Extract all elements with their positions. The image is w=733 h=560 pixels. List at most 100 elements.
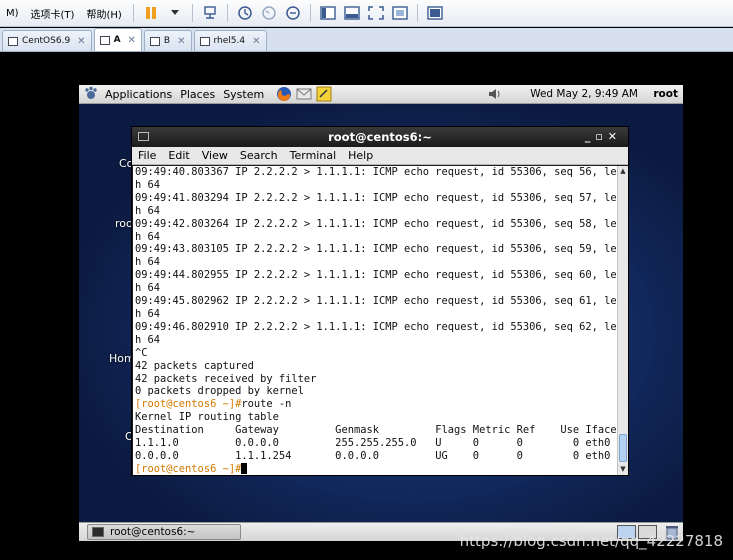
terminal-line-text: h 64 bbox=[135, 282, 161, 295]
menu-places[interactable]: Places bbox=[176, 88, 219, 101]
manage-snapshots-icon[interactable] bbox=[283, 3, 303, 23]
tab-a[interactable]: A ✕ bbox=[93, 28, 142, 51]
minimize-icon[interactable]: _ bbox=[585, 130, 596, 143]
terminal-line: 09:49:40.803367 IP 2.2.2.2 > 1.1.1.1: IC… bbox=[135, 166, 619, 179]
terminal-line: h 64 bbox=[135, 179, 619, 192]
tab-b[interactable]: B ✕ bbox=[143, 30, 192, 51]
terminal-line: h 64 bbox=[135, 231, 619, 244]
terminal-line-text: h 64 bbox=[135, 256, 161, 269]
terminal-line-text: h 64 bbox=[135, 178, 161, 191]
terminal-line: 09:49:45.802962 IP 2.2.2.2 > 1.1.1.1: IC… bbox=[135, 295, 619, 308]
revert-snapshot-icon[interactable] bbox=[259, 3, 279, 23]
normal-view-icon[interactable] bbox=[318, 3, 338, 23]
fullscreen-icon[interactable] bbox=[366, 3, 386, 23]
terminal-scrollbar[interactable]: ▲ ▼ bbox=[617, 166, 628, 475]
menu-view[interactable]: View bbox=[196, 149, 234, 162]
watermark-text: https://blog.csdn.net/qq_42227818 bbox=[459, 532, 723, 550]
window-controls: _▫✕ bbox=[585, 127, 622, 147]
unity-icon[interactable] bbox=[390, 3, 410, 23]
panel-user[interactable]: root bbox=[653, 88, 678, 100]
shell-prompt: [root@centos6 ~]# bbox=[135, 462, 242, 475]
tab-label: B bbox=[163, 36, 171, 46]
terminal-line-text: 0 packets dropped by kernel bbox=[135, 385, 304, 398]
terminal-line: h 64 bbox=[135, 282, 619, 295]
menu-edit[interactable]: Edit bbox=[162, 149, 195, 162]
terminal-line: 09:49:44.802955 IP 2.2.2.2 > 1.1.1.1: IC… bbox=[135, 269, 619, 282]
dropdown-icon[interactable] bbox=[165, 3, 185, 23]
terminal-line: 0 packets dropped by kernel bbox=[135, 385, 619, 398]
taskbar-label: root@centos6:~ bbox=[110, 526, 196, 538]
terminal-line-text: h 64 bbox=[135, 230, 161, 243]
terminal-line: h 64 bbox=[135, 308, 619, 321]
taskbar-terminal-button[interactable]: root@centos6:~ bbox=[87, 524, 241, 540]
menu-search[interactable]: Search bbox=[234, 149, 284, 162]
toolbar-separator bbox=[132, 4, 134, 22]
gnome-foot-icon[interactable] bbox=[83, 86, 99, 102]
terminal-titlebar[interactable]: root@centos6:~ _▫✕ bbox=[132, 127, 628, 147]
terminal-line: h 64 bbox=[135, 256, 619, 269]
terminal-line: ^C bbox=[135, 347, 619, 360]
terminal-line: h 64 bbox=[135, 205, 619, 218]
terminal-line-text: Destination Gateway Genmask Flags Metric… bbox=[135, 424, 617, 437]
firefox-icon[interactable] bbox=[276, 86, 292, 102]
terminal-line-text: 09:49:42.803264 IP 2.2.2.2 > 1.1.1.1: IC… bbox=[135, 217, 619, 230]
shell-prompt: [root@centos6 ~]# bbox=[135, 398, 242, 411]
close-icon[interactable]: ✕ bbox=[608, 130, 622, 143]
terminal-line-text: ^C bbox=[135, 346, 148, 359]
notes-icon[interactable] bbox=[316, 86, 332, 102]
close-icon[interactable]: ✕ bbox=[177, 36, 185, 47]
scroll-up-icon[interactable]: ▲ bbox=[618, 166, 628, 177]
tab-label: A bbox=[113, 35, 121, 45]
vm-icon bbox=[199, 36, 210, 46]
terminal-line-text: 0.0.0.0 1.1.1.254 0.0.0.0 UG 0 0 0 eth0 bbox=[135, 449, 611, 462]
terminal-line: 09:49:42.803264 IP 2.2.2.2 > 1.1.1.1: IC… bbox=[135, 218, 619, 231]
snapshot-icon[interactable] bbox=[235, 3, 255, 23]
host-menu-help[interactable]: 帮助(H) bbox=[80, 6, 127, 21]
terminal-line: 1.1.1.0 0.0.0.0 255.255.255.0 U 0 0 0 et… bbox=[135, 437, 619, 450]
terminal-line: 42 packets captured bbox=[135, 360, 619, 373]
terminal-icon bbox=[92, 527, 104, 537]
quick-switch-icon[interactable] bbox=[342, 3, 362, 23]
network-icon[interactable] bbox=[200, 3, 220, 23]
terminal-line-text: 09:49:45.802962 IP 2.2.2.2 > 1.1.1.1: IC… bbox=[135, 295, 619, 308]
menu-terminal[interactable]: Terminal bbox=[284, 149, 343, 162]
menu-applications[interactable]: Applications bbox=[101, 88, 176, 101]
tab-rhel54[interactable]: rhel5.4 ✕ bbox=[193, 30, 267, 51]
terminal-line: h 64 bbox=[135, 334, 619, 347]
terminal-line-text: 42 packets received by filter bbox=[135, 372, 317, 385]
terminal-line: 09:49:41.803294 IP 2.2.2.2 > 1.1.1.1: IC… bbox=[135, 192, 619, 205]
tab-centos69[interactable]: CentOS6.9 ✕ bbox=[2, 30, 92, 51]
guest-desktop[interactable]: Applications Places System Wed May 2, 9:… bbox=[79, 85, 683, 541]
pause-icon[interactable] bbox=[141, 3, 161, 23]
scrollbar-thumb[interactable] bbox=[619, 434, 627, 462]
terminal-line: Destination Gateway Genmask Flags Metric… bbox=[135, 424, 619, 437]
terminal-window-icon bbox=[138, 132, 149, 141]
volume-icon[interactable] bbox=[487, 87, 501, 101]
close-icon[interactable]: ✕ bbox=[77, 36, 85, 47]
vm-icon bbox=[8, 36, 18, 46]
close-icon[interactable]: ✕ bbox=[252, 36, 260, 47]
terminal-line: [root@centos6 ~]#route -n bbox=[135, 398, 619, 411]
host-menu-tabs[interactable]: 选项卡(T) bbox=[25, 6, 81, 21]
toolbar-separator bbox=[226, 4, 228, 22]
panel-clock[interactable]: Wed May 2, 9:49 AM bbox=[530, 88, 638, 100]
terminal-menubar: File Edit View Search Terminal Help bbox=[132, 147, 628, 165]
menu-system[interactable]: System bbox=[219, 88, 268, 101]
tab-label: CentOS6.9 bbox=[22, 36, 71, 46]
console-view-icon[interactable] bbox=[425, 3, 445, 23]
menu-file[interactable]: File bbox=[132, 149, 162, 162]
terminal-line: 09:49:46.802910 IP 2.2.2.2 > 1.1.1.1: IC… bbox=[135, 321, 619, 334]
terminal-output[interactable]: 09:49:40.803367 IP 2.2.2.2 > 1.1.1.1: IC… bbox=[133, 166, 619, 475]
host-menu-vm[interactable]: M) bbox=[0, 8, 25, 19]
terminal-window[interactable]: root@centos6:~ _▫✕ File Edit View Search… bbox=[131, 126, 629, 476]
menu-help[interactable]: Help bbox=[342, 149, 379, 162]
terminal-line: 42 packets received by filter bbox=[135, 373, 619, 386]
mail-icon[interactable] bbox=[296, 86, 312, 102]
maximize-icon[interactable]: ▫ bbox=[595, 130, 607, 143]
terminal-line-text: h 64 bbox=[135, 204, 161, 217]
close-icon[interactable]: ✕ bbox=[128, 35, 136, 46]
scroll-down-icon[interactable]: ▼ bbox=[618, 464, 628, 475]
terminal-line: Kernel IP routing table bbox=[135, 411, 619, 424]
vm-icon bbox=[149, 36, 160, 46]
terminal-lines: 09:49:40.803367 IP 2.2.2.2 > 1.1.1.1: IC… bbox=[133, 166, 619, 475]
